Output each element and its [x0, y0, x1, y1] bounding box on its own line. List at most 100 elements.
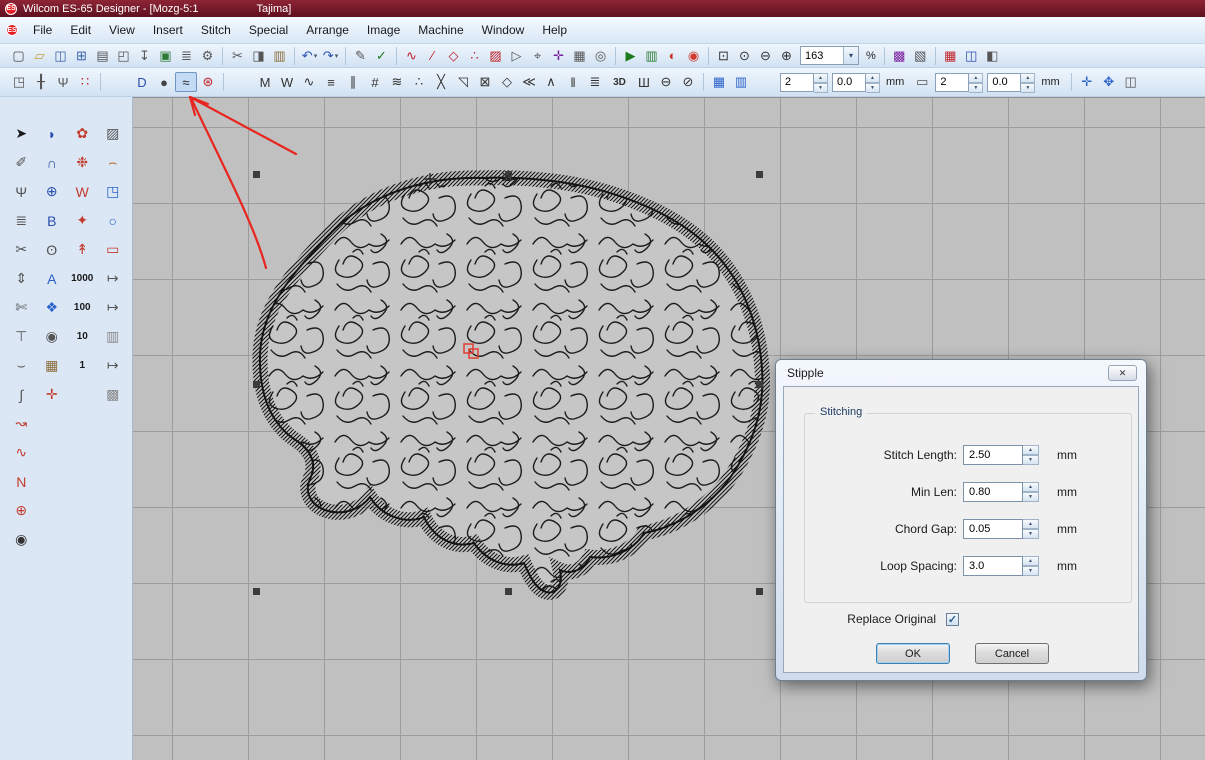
- stitch-length-spin-down[interactable]: ▼: [1023, 455, 1039, 465]
- grid-spacing-input-down[interactable]: ▼: [814, 83, 828, 93]
- branching-tool[interactable]: Ψ: [6, 181, 37, 202]
- satin-stitch-icon[interactable]: ◇: [443, 46, 464, 66]
- menu-edit[interactable]: Edit: [61, 19, 100, 41]
- stipple-run-icon[interactable]: ≈: [175, 72, 197, 92]
- digitize-blob-tool[interactable]: ◗: [37, 123, 68, 144]
- object-select-icon[interactable]: ▷: [506, 46, 527, 66]
- satin-special-icon[interactable]: M: [254, 72, 276, 92]
- stitch-dots-icon[interactable]: ∷: [74, 72, 96, 92]
- chart-icon[interactable]: ▥: [641, 46, 662, 66]
- flower-motif-tool[interactable]: ✿: [67, 123, 98, 144]
- insert-image-icon[interactable]: ▣: [155, 46, 176, 66]
- zoom-level-combo[interactable]: ▾: [800, 46, 859, 65]
- grid-offset-input-up[interactable]: ▲: [866, 73, 880, 83]
- guide-offset-input-up[interactable]: ▲: [1021, 73, 1035, 83]
- overview-icon[interactable]: ◫: [1120, 72, 1142, 92]
- selection-handle[interactable]: [253, 171, 260, 178]
- circle-digitize-tool[interactable]: ⊕: [37, 181, 68, 202]
- stitch-preset-100[interactable]: 100: [67, 297, 98, 318]
- design-properties-icon[interactable]: ≣: [176, 46, 197, 66]
- menu-arrange[interactable]: Arrange: [297, 19, 358, 41]
- block-digitize-tool[interactable]: B: [37, 210, 68, 231]
- motif-fill-icon[interactable]: ▨: [485, 46, 506, 66]
- hatch-tool[interactable]: ▨: [98, 123, 129, 144]
- menu-window[interactable]: Window: [473, 19, 534, 41]
- menu-machine[interactable]: Machine: [409, 19, 472, 41]
- start-end-tool[interactable]: ⊕: [6, 500, 37, 521]
- needle-point-icon[interactable]: ✛: [548, 46, 569, 66]
- menu-view[interactable]: View: [100, 19, 144, 41]
- selection-handle[interactable]: [253, 588, 260, 595]
- copy-icon[interactable]: ◨: [248, 46, 269, 66]
- design-canvas[interactable]: Stipple ✕ Stitching Stitch Length:▲▼mmMi…: [133, 97, 1205, 760]
- zoom-out-icon[interactable]: ⊖: [755, 46, 776, 66]
- lift-stitch-tool[interactable]: ↟: [67, 239, 98, 260]
- drop-shadow-icon[interactable]: D: [131, 72, 153, 92]
- cut-icon[interactable]: ✂: [227, 46, 248, 66]
- stitch-preset-1000[interactable]: 1000: [67, 268, 98, 289]
- paste-icon[interactable]: ▥: [269, 46, 290, 66]
- satin-raised-icon[interactable]: W: [276, 72, 298, 92]
- new-design-icon[interactable]: ▢: [8, 46, 29, 66]
- selection-handle[interactable]: [253, 381, 260, 388]
- hoop-icon[interactable]: ◎: [590, 46, 611, 66]
- guide-offset-input-down[interactable]: ▼: [1021, 83, 1035, 93]
- fan-stitch-tool[interactable]: ⌣: [6, 355, 37, 376]
- origin-tool[interactable]: ◉: [6, 529, 37, 550]
- selection-handle[interactable]: [756, 171, 763, 178]
- arc-tool[interactable]: ⌢: [98, 152, 129, 173]
- stitch-preset-1[interactable]: 1: [67, 355, 98, 376]
- stitch-preset-10[interactable]: 10: [67, 326, 98, 347]
- menu-special[interactable]: Special: [240, 19, 297, 41]
- print-icon[interactable]: ▤: [92, 46, 113, 66]
- cancel-button[interactable]: Cancel: [975, 643, 1049, 664]
- replace-original-checkbox[interactable]: ✓: [946, 613, 959, 626]
- zoom-dropdown-button[interactable]: ▾: [843, 47, 858, 64]
- grid-blue-icon[interactable]: ▦: [708, 72, 730, 92]
- branch-icon[interactable]: Ψ: [52, 72, 74, 92]
- select-tool[interactable]: ➤: [6, 123, 37, 144]
- s-curve-tool[interactable]: ∫: [6, 384, 37, 405]
- rectangle-tool[interactable]: ▭: [98, 239, 129, 260]
- zigzag-fill-icon[interactable]: ∿: [298, 72, 320, 92]
- texture-tool[interactable]: ▦: [37, 355, 68, 376]
- eyelet-tool[interactable]: ◉: [37, 326, 68, 347]
- menu-help[interactable]: Help: [533, 19, 576, 41]
- grid-offset-input[interactable]: [832, 73, 866, 92]
- stitch-player-icon[interactable]: ▶: [620, 46, 641, 66]
- eyelet-large-icon[interactable]: ⊘: [677, 72, 699, 92]
- fill-stitch-icon[interactable]: ∴: [464, 46, 485, 66]
- peak-fill-icon[interactable]: ∧: [540, 72, 562, 92]
- measure-tool[interactable]: ⇕: [6, 268, 37, 289]
- n-stitch-tool[interactable]: N: [6, 471, 37, 492]
- crosshatch-fill-icon[interactable]: ╳: [430, 72, 452, 92]
- ok-button[interactable]: OK: [876, 643, 950, 664]
- fan-fill-icon[interactable]: ◹: [452, 72, 474, 92]
- min-len-spin-up[interactable]: ▲: [1023, 482, 1039, 492]
- overlap-icon[interactable]: ▩: [889, 46, 910, 66]
- stitch-list-icon[interactable]: ▦: [569, 46, 590, 66]
- double-run-tool[interactable]: W: [67, 181, 98, 202]
- grid-spacing-input-up[interactable]: ▲: [814, 73, 828, 83]
- grid-spacing-input[interactable]: [780, 73, 814, 92]
- flag-tool[interactable]: ◳: [98, 181, 129, 202]
- accept-icon[interactable]: ✓: [371, 46, 392, 66]
- dome-tool[interactable]: ∩: [37, 152, 68, 173]
- chord-gap-spin-down[interactable]: ▼: [1023, 529, 1039, 539]
- three-d-icon[interactable]: 3D: [606, 72, 633, 92]
- guide-spacing-input[interactable]: [935, 73, 969, 92]
- menu-stitch[interactable]: Stitch: [192, 19, 240, 41]
- grid-offset-input-down[interactable]: ▼: [866, 83, 880, 93]
- column-fill-icon[interactable]: ∥: [342, 72, 364, 92]
- queue-icon[interactable]: ◧: [982, 46, 1003, 66]
- run-connector-tool[interactable]: ↝: [6, 413, 37, 434]
- options-icon[interactable]: ⚙: [197, 46, 218, 66]
- zigzag-stitch-icon[interactable]: ∿: [401, 46, 422, 66]
- penetration-icon[interactable]: ⌖: [527, 46, 548, 66]
- zoom-level-input[interactable]: [801, 50, 843, 62]
- menu-insert[interactable]: Insert: [144, 19, 192, 41]
- zoom-in-icon[interactable]: ⊕: [776, 46, 797, 66]
- hoop-layout-icon[interactable]: ▦: [940, 46, 961, 66]
- min-len-input[interactable]: [963, 482, 1023, 502]
- lettering-tool[interactable]: A: [37, 268, 68, 289]
